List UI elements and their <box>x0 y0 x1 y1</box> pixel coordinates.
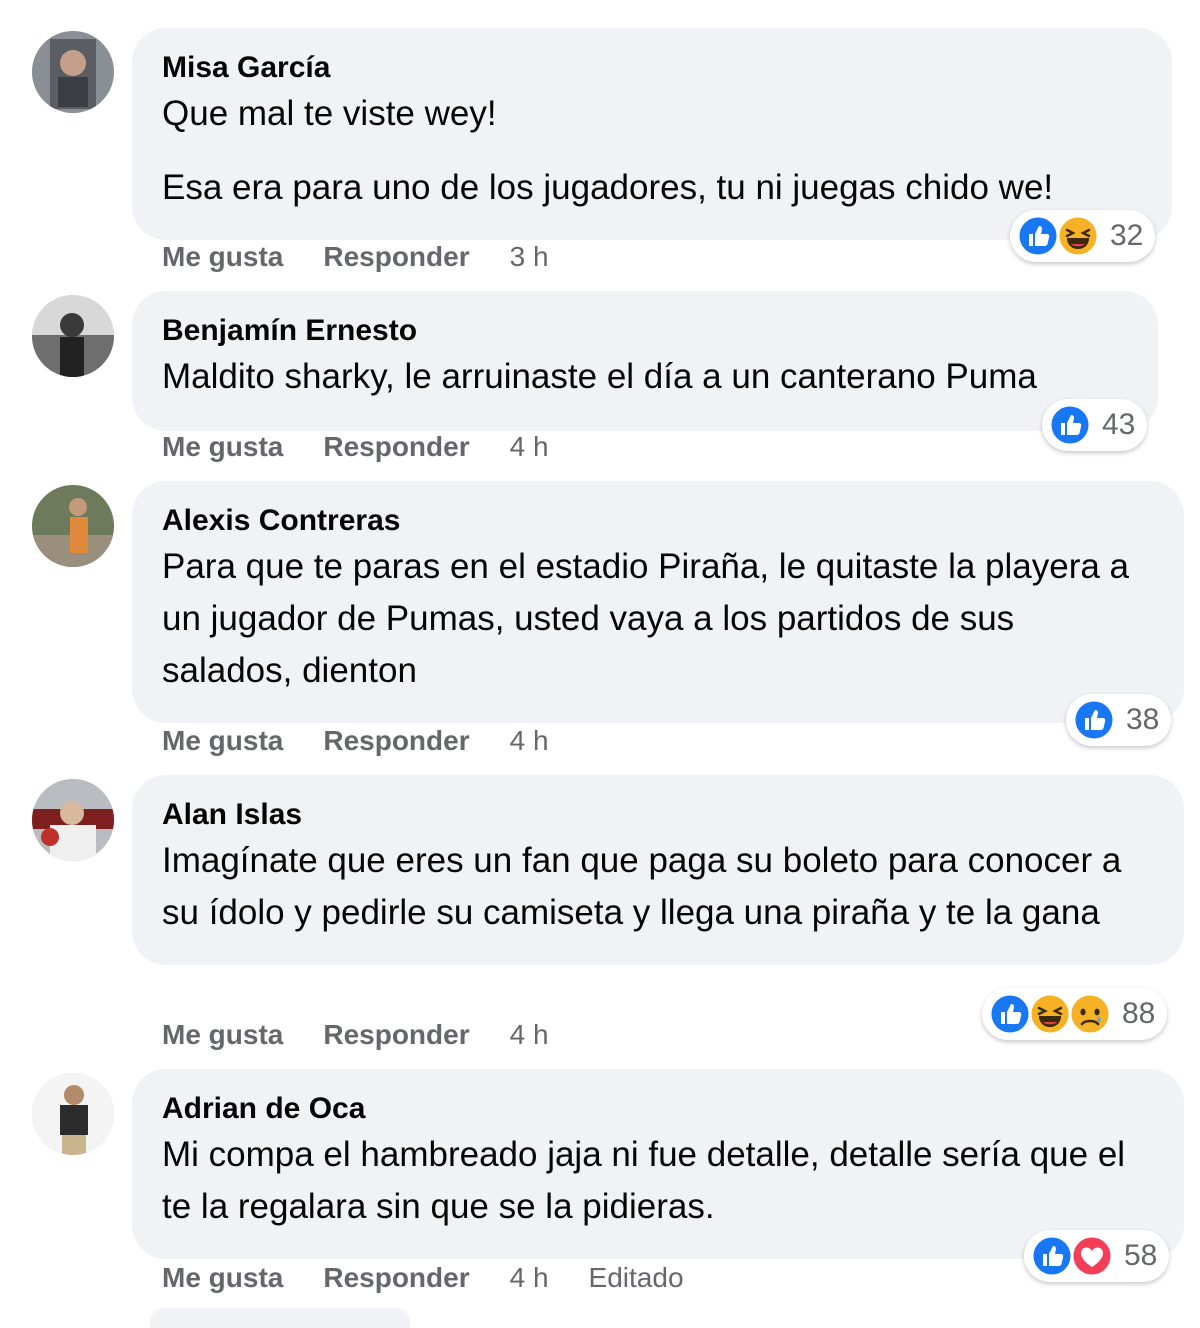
avatar[interactable] <box>32 485 114 567</box>
comment-author[interactable]: Adrian de Oca <box>162 1091 1154 1127</box>
comment-bubble: Alan Islas Imagínate que eres un fan que… <box>132 775 1184 965</box>
avatar[interactable] <box>32 779 114 861</box>
reaction-summary[interactable]: 58 <box>1024 1230 1170 1282</box>
comment-author[interactable]: Misa García <box>162 50 1142 86</box>
reaction-icons <box>1030 1234 1114 1278</box>
reaction-count: 32 <box>1110 219 1144 252</box>
reaction-icons <box>1072 698 1116 742</box>
edited-label: Editado <box>588 1262 684 1293</box>
reaction-summary[interactable]: 43 <box>1042 399 1148 451</box>
reaction-icons <box>1048 403 1092 447</box>
like-button[interactable]: Me gusta <box>162 431 283 462</box>
comment-timestamp[interactable]: 4 h <box>510 431 549 462</box>
reply-button[interactable]: Responder <box>323 1019 469 1050</box>
next-comment-bubble-edge <box>150 1308 410 1328</box>
comment-actions: Me gusta Responder 4 h <box>162 1018 589 1052</box>
reaction-count: 58 <box>1124 1239 1158 1272</box>
reaction-count: 88 <box>1122 997 1156 1030</box>
reply-button[interactable]: Responder <box>323 241 469 272</box>
comment-paragraph: Que mal te viste wey! <box>162 94 497 133</box>
love-reaction-icon <box>1070 1234 1114 1278</box>
comment-timestamp[interactable]: 3 h <box>510 241 549 272</box>
like-button[interactable]: Me gusta <box>162 1262 283 1293</box>
comment-author[interactable]: Alexis Contreras <box>162 503 1154 539</box>
comment-actions: Me gusta Responder 4 h <box>162 724 589 758</box>
reply-button[interactable]: Responder <box>323 431 469 462</box>
comment-actions: Me gusta Responder 3 h <box>162 240 589 274</box>
like-reaction-icon <box>1048 403 1092 447</box>
like-button[interactable]: Me gusta <box>162 241 283 272</box>
comment-timestamp[interactable]: 4 h <box>510 725 549 756</box>
comment-paragraph: Mi compa el hambreado jaja ni fue detall… <box>162 1135 1126 1226</box>
like-button[interactable]: Me gusta <box>162 725 283 756</box>
comment-author[interactable]: Benjamín Ernesto <box>162 313 1128 349</box>
reaction-count: 38 <box>1126 703 1160 736</box>
comment-text: Maldito sharky, le arruinaste el día a u… <box>162 351 1128 403</box>
avatar[interactable] <box>32 31 114 113</box>
reply-button[interactable]: Responder <box>323 725 469 756</box>
reaction-summary[interactable]: 32 <box>1010 210 1156 262</box>
like-button[interactable]: Me gusta <box>162 1019 283 1050</box>
reaction-summary[interactable]: 88 <box>982 988 1168 1040</box>
reply-button[interactable]: Responder <box>323 1262 469 1293</box>
avatar[interactable] <box>32 295 114 377</box>
comment-text: Mi compa el hambreado jaja ni fue detall… <box>162 1129 1154 1233</box>
comment-bubble: Benjamín Ernesto Maldito sharky, le arru… <box>132 291 1158 431</box>
reaction-icons <box>988 992 1112 1036</box>
comment-text: Para que te paras en el estadio Piraña, … <box>162 541 1154 697</box>
haha-reaction-icon <box>1056 214 1100 258</box>
haha-reaction-icon <box>1028 992 1072 1036</box>
reaction-count: 43 <box>1102 408 1136 441</box>
comment-bubble: Alexis Contreras Para que te paras en el… <box>132 481 1184 723</box>
comment-timestamp[interactable]: 4 h <box>510 1019 549 1050</box>
comment-paragraph: Esa era para uno de los jugadores, tu ni… <box>162 168 1054 207</box>
comment-actions: Me gusta Responder 4 h <box>162 430 589 464</box>
like-reaction-icon <box>1030 1234 1074 1278</box>
like-reaction-icon <box>1072 698 1116 742</box>
avatar[interactable] <box>32 1073 114 1155</box>
comment-actions: Me gusta Responder 4 h Editado <box>162 1261 684 1295</box>
comment-text: Que mal te viste wey! Esa era para uno d… <box>162 88 1142 214</box>
reaction-summary[interactable]: 38 <box>1066 694 1172 746</box>
comment-paragraph: Para que te paras en el estadio Piraña, … <box>162 547 1130 690</box>
comment-paragraph: Maldito sharky, le arruinaste el día a u… <box>162 357 1037 396</box>
comment-bubble: Adrian de Oca Mi compa el hambreado jaja… <box>132 1069 1184 1259</box>
like-reaction-icon <box>1016 214 1060 258</box>
comment-author[interactable]: Alan Islas <box>162 797 1154 833</box>
sad-reaction-icon <box>1068 992 1112 1036</box>
comment-timestamp[interactable]: 4 h <box>510 1262 549 1293</box>
reaction-icons <box>1016 214 1100 258</box>
comment-bubble: Misa García Que mal te viste wey! Esa er… <box>132 28 1172 240</box>
like-reaction-icon <box>988 992 1032 1036</box>
comment-text: Imagínate que eres un fan que paga su bo… <box>162 835 1154 939</box>
comment-paragraph: Imagínate que eres un fan que paga su bo… <box>162 841 1122 932</box>
